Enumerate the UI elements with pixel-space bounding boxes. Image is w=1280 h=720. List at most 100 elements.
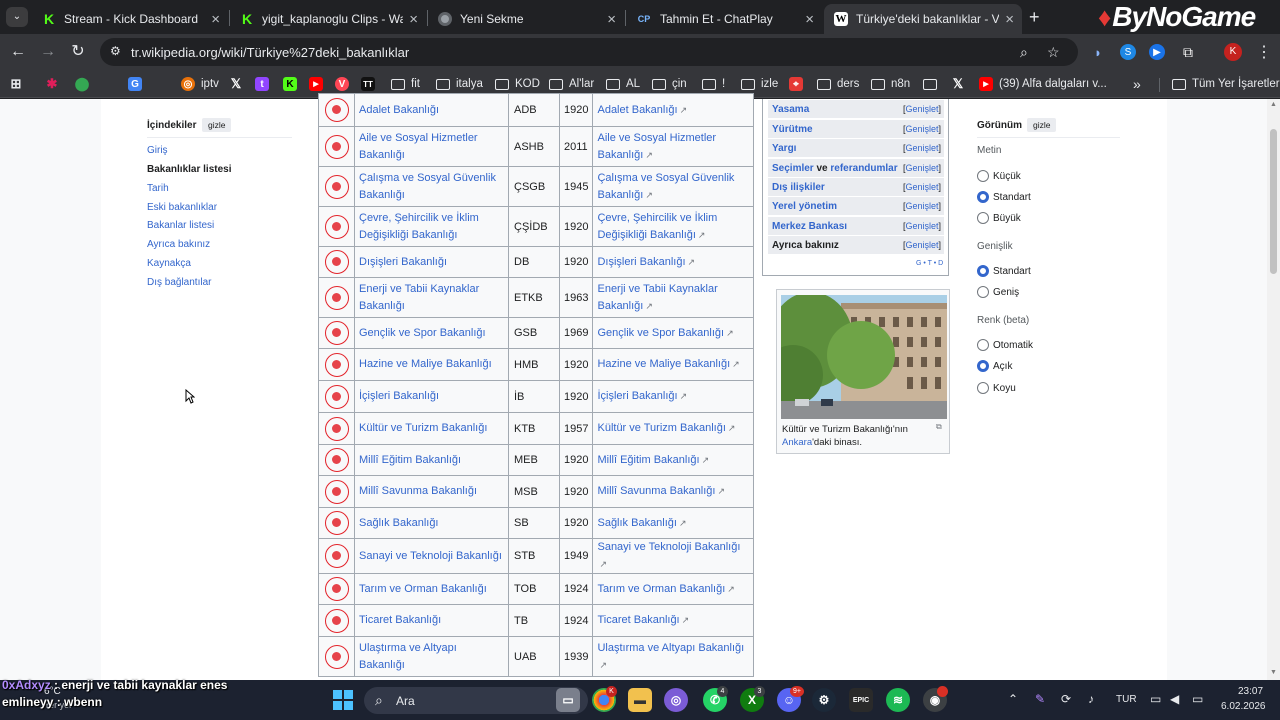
radio-text-small[interactable]: Küçük bbox=[977, 170, 1021, 182]
radio-color-dark[interactable]: Koyu bbox=[977, 382, 1016, 394]
valorant-icon[interactable]: V bbox=[335, 75, 355, 93]
close-icon[interactable]: × bbox=[805, 11, 814, 28]
navbox-row-yasama[interactable]: Yasama [Genişlet] bbox=[768, 100, 944, 118]
ministry-name-link[interactable]: Ticaret Bakanlığı bbox=[354, 604, 509, 637]
radio-button-selected[interactable] bbox=[977, 265, 989, 277]
navbox-row-yerel-yonetim[interactable]: Yerel yönetim [Genişlet] bbox=[768, 197, 944, 215]
close-icon[interactable]: × bbox=[1005, 11, 1014, 28]
ministry-website-link[interactable]: Dışişleri Bakanlığı bbox=[597, 256, 685, 268]
navbox-row-dis-iliskiler[interactable]: Dış ilişkiler [Genişlet] bbox=[768, 178, 944, 196]
site-info-icon[interactable]: ⚙ bbox=[110, 44, 121, 58]
ministry-name-link[interactable]: İçişleri Bakanlığı bbox=[354, 380, 509, 413]
tray-chevron-icon[interactable]: ⌃ bbox=[1008, 692, 1018, 706]
radio-text-standard[interactable]: Standart bbox=[977, 191, 1031, 203]
ministry-name-link[interactable]: Kültür ve Turizm Bakanlığı bbox=[354, 412, 509, 445]
maps-icon[interactable]: ⬤ bbox=[75, 75, 95, 93]
tray-language[interactable]: TUR bbox=[1116, 694, 1137, 705]
twitch-icon[interactable]: t bbox=[255, 75, 275, 93]
radio-button-selected[interactable] bbox=[977, 360, 989, 372]
navbox-row-yurutme[interactable]: Yürütme [Genişlet] bbox=[768, 120, 944, 138]
url-text[interactable]: tr.wikipedia.org/wiki/Türkiye%27deki_bak… bbox=[131, 45, 409, 60]
radio-color-light[interactable]: Açık bbox=[977, 360, 1012, 372]
ministry-emblem-icon[interactable] bbox=[324, 448, 349, 472]
ministry-website-link[interactable]: Ulaştırma ve Altyapı Bakanlığı bbox=[597, 642, 744, 654]
ministry-emblem-icon[interactable] bbox=[324, 511, 349, 535]
bookmark-youtube-alfa[interactable]: ▶ (39) Alfa dalgaları v... bbox=[979, 75, 1107, 93]
extension-shazam-icon[interactable]: S bbox=[1120, 44, 1136, 60]
ministry-emblem-icon[interactable] bbox=[324, 644, 349, 669]
all-bookmarks-folder[interactable]: Tüm Yer İşaretleri bbox=[1172, 75, 1280, 93]
ministry-website-link[interactable]: Enerji ve Tabii Kaynaklar Bakanlığı bbox=[597, 283, 717, 312]
ministry-name-link[interactable]: Çevre, Şehircilik ve İklim Değişikliği B… bbox=[354, 206, 509, 247]
navbox-row-merkez-bankasi[interactable]: Merkez Bankası [Genişlet] bbox=[768, 217, 944, 235]
kick-icon[interactable]: K bbox=[283, 75, 303, 93]
bookmark-folder-exclaim[interactable]: ! bbox=[702, 75, 725, 93]
radio-width-wide[interactable]: Geniş bbox=[977, 286, 1019, 298]
radio-width-standard[interactable]: Standart bbox=[977, 265, 1031, 277]
bookmark-folder-n8n[interactable]: n8n bbox=[871, 75, 910, 93]
ministry-website-link[interactable]: İçişleri Bakanlığı bbox=[597, 390, 677, 402]
ministry-emblem-icon[interactable] bbox=[324, 98, 349, 122]
appearance-hide-button[interactable]: gizle bbox=[1027, 118, 1057, 132]
page-scrollbar[interactable]: ▲ ▼ bbox=[1267, 99, 1280, 680]
tab-search-button[interactable]: ⌄ bbox=[6, 7, 28, 27]
toc-item-kaynakca[interactable]: Kaynakça bbox=[147, 258, 191, 269]
ministry-emblem-icon[interactable] bbox=[324, 214, 349, 239]
ministry-name-link[interactable]: Hazine ve Maliye Bakanlığı bbox=[354, 348, 509, 381]
radio-button[interactable] bbox=[977, 382, 989, 394]
close-icon[interactable]: × bbox=[409, 11, 418, 28]
zoom-search-icon[interactable]: ⌕ bbox=[1020, 44, 1028, 61]
navbox-row-label[interactable]: Yürütme bbox=[772, 124, 813, 135]
ministry-website-link[interactable]: Hazine ve Maliye Bakanlığı bbox=[597, 358, 730, 370]
ministry-name-link[interactable]: Tarım ve Orman Bakanlığı bbox=[354, 573, 509, 605]
x-icon[interactable]: 𝕏 bbox=[951, 75, 971, 93]
navbox-expand-link[interactable]: [Genişlet] bbox=[903, 201, 941, 211]
navbox-row-ayrica-bakiniz[interactable]: Ayrıca bakınız [Genişlet] bbox=[768, 236, 944, 254]
reload-icon[interactable]: ↻ bbox=[68, 42, 88, 62]
bookmark-folder-kod[interactable]: KOD bbox=[495, 75, 540, 93]
youtube-icon[interactable]: ▶ bbox=[309, 75, 329, 93]
ministry-website-link[interactable]: Sanayi ve Teknoloji Bakanlığı bbox=[597, 541, 740, 553]
bookmarks-overflow-chevron[interactable]: » bbox=[1133, 75, 1141, 93]
radio-button[interactable] bbox=[977, 286, 989, 298]
navbox-row-label[interactable]: Dış ilişkiler bbox=[772, 182, 825, 193]
task-view-icon[interactable]: ▭ bbox=[556, 688, 580, 712]
ministry-emblem-icon[interactable] bbox=[324, 352, 349, 377]
tray-sync-icon[interactable]: ⟳ bbox=[1061, 692, 1071, 706]
ministry-name-link[interactable]: Adalet Bakanlığı bbox=[354, 93, 509, 127]
ministry-website-link[interactable]: Gençlik ve Spor Bakanlığı bbox=[597, 327, 724, 339]
x-icon[interactable]: 𝕏 bbox=[229, 75, 249, 93]
navbox-vte-links[interactable]: G • T • D bbox=[916, 260, 943, 267]
windows-start-icon[interactable] bbox=[333, 690, 353, 710]
tab-kick-clips[interactable]: K yigit_kaplanoglu Clips - Watch × bbox=[230, 4, 426, 34]
building-photo[interactable] bbox=[781, 295, 947, 419]
back-icon[interactable]: ← bbox=[8, 42, 28, 62]
ministry-website-link[interactable]: Tarım ve Orman Bakanlığı bbox=[597, 583, 725, 595]
ministry-name-link[interactable]: Dışişleri Bakanlığı bbox=[354, 246, 509, 278]
tray-volume-icon[interactable]: ◀ bbox=[1170, 692, 1179, 706]
toc-hide-button[interactable]: gizle bbox=[202, 118, 232, 132]
close-icon[interactable]: × bbox=[607, 11, 616, 28]
tab-new-tab[interactable]: Yeni Sekme × bbox=[428, 4, 624, 34]
radio-text-large[interactable]: Büyük bbox=[977, 212, 1021, 224]
toc-item-bakanliklar-listesi[interactable]: Bakanlıklar listesi bbox=[147, 164, 232, 175]
media-app-icon[interactable]: ◎ bbox=[664, 688, 688, 712]
bookmark-folder-allar[interactable]: Al'lar bbox=[549, 75, 594, 93]
ministry-website-link[interactable]: Ticaret Bakanlığı bbox=[597, 614, 679, 626]
radio-button[interactable] bbox=[977, 212, 989, 224]
extension-audio-icon[interactable]: ◗ bbox=[1090, 44, 1106, 60]
navbox-row-label[interactable]: Seçimler ve referandumlar bbox=[772, 163, 898, 174]
spotify-icon[interactable]: ≋ bbox=[886, 688, 910, 712]
bookmark-folder-fit[interactable]: fit bbox=[391, 75, 420, 93]
scroll-down-icon[interactable]: ▼ bbox=[1269, 669, 1278, 676]
toc-item-bakanlar-listesi[interactable]: Bakanlar listesi bbox=[147, 220, 214, 231]
extension-play-icon[interactable]: ▶ bbox=[1149, 44, 1165, 60]
profile-avatar[interactable]: K bbox=[1224, 43, 1242, 61]
file-explorer-icon[interactable]: ▬ bbox=[628, 688, 652, 712]
ministry-website-link[interactable]: Millî Eğitim Bakanlığı bbox=[597, 454, 699, 466]
tray-feather-icon[interactable]: ✎ bbox=[1035, 692, 1045, 706]
new-tab-button[interactable]: + bbox=[1029, 7, 1040, 28]
navbox-expand-link[interactable]: [Genişlet] bbox=[903, 143, 941, 153]
ministry-emblem-icon[interactable] bbox=[324, 384, 349, 409]
toc-item-tarih[interactable]: Tarih bbox=[147, 183, 169, 194]
